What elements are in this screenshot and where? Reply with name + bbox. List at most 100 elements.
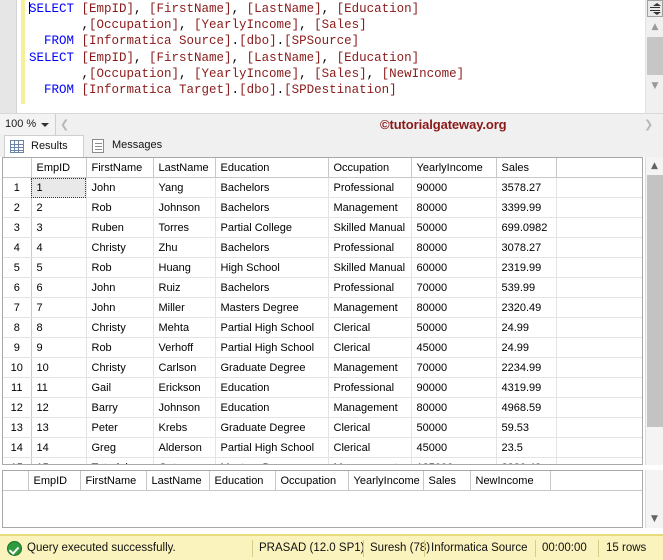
table-cell[interactable]: Management xyxy=(328,298,411,318)
sql-code-text[interactable]: SELECT [EmpID], [FirstName], [LastName],… xyxy=(29,1,629,98)
column-header[interactable]: Education xyxy=(215,158,328,178)
table-cell[interactable]: 24.99 xyxy=(496,318,556,338)
table-row[interactable]: 33RubenTorresPartial CollegeSkilled Manu… xyxy=(3,218,642,238)
table-cell[interactable]: Masters Degree xyxy=(215,458,328,466)
table-cell[interactable]: John xyxy=(86,178,153,198)
table-cell[interactable]: 70000 xyxy=(411,278,496,298)
table-cell[interactable]: 80000 xyxy=(411,398,496,418)
table-cell[interactable]: Management xyxy=(328,358,411,378)
column-header[interactable]: LastName xyxy=(153,158,215,178)
table-cell[interactable]: 3578.27 xyxy=(496,178,556,198)
column-header[interactable]: YearlyIncome xyxy=(348,471,423,491)
table-cell[interactable]: 50000 xyxy=(411,218,496,238)
column-header[interactable]: Occupation xyxy=(275,471,348,491)
table-cell[interactable]: Bachelors xyxy=(215,278,328,298)
table-row[interactable]: 1111GailEricksonEducationProfessional900… xyxy=(3,378,642,398)
table-cell[interactable]: 2234.99 xyxy=(496,358,556,378)
table-cell[interactable]: 7 xyxy=(31,298,86,318)
scroll-down-arrow-icon[interactable]: ▼ xyxy=(647,78,663,94)
table-cell[interactable]: Professional xyxy=(328,238,411,258)
table-cell[interactable]: 45000 xyxy=(411,438,496,458)
column-header[interactable]: NewIncome xyxy=(470,471,550,491)
table-cell[interactable]: Education xyxy=(215,378,328,398)
table-cell[interactable]: Management xyxy=(328,198,411,218)
row-number-cell[interactable]: 12 xyxy=(3,398,31,418)
table-cell[interactable]: 5 xyxy=(31,258,86,278)
row-number-cell[interactable]: 7 xyxy=(3,298,31,318)
table-cell[interactable]: Verhoff xyxy=(153,338,215,358)
table-cell[interactable]: 45000 xyxy=(411,338,496,358)
table-row[interactable]: 1010ChristyCarlsonGraduate DegreeManagem… xyxy=(3,358,642,378)
column-header[interactable]: EmpID xyxy=(28,471,80,491)
table-cell[interactable]: 15 xyxy=(31,458,86,466)
row-number-cell[interactable]: 4 xyxy=(3,238,31,258)
grid1-scroll-up-arrow-icon[interactable]: ▲ xyxy=(646,158,663,174)
table-cell[interactable]: Rob xyxy=(86,258,153,278)
table-cell[interactable]: 13 xyxy=(31,418,86,438)
table-cell[interactable]: John xyxy=(86,278,153,298)
column-header[interactable]: Sales xyxy=(423,471,470,491)
table-cell[interactable]: Mehta xyxy=(153,318,215,338)
table-cell[interactable]: Graduate Degree xyxy=(215,418,328,438)
table-cell[interactable]: 50000 xyxy=(411,318,496,338)
row-number-cell[interactable]: 11 xyxy=(3,378,31,398)
table-cell[interactable]: Masters Degree xyxy=(215,298,328,318)
column-header[interactable]: Education xyxy=(209,471,275,491)
scroll-up-arrow-icon[interactable]: ▲ xyxy=(647,19,663,35)
table-cell[interactable]: Management xyxy=(328,398,411,418)
tab-messages[interactable]: Messages xyxy=(86,135,178,157)
table-cell[interactable]: 3078.27 xyxy=(496,238,556,258)
table-row[interactable]: 44ChristyZhuBachelorsProfessional8000030… xyxy=(3,238,642,258)
column-header[interactable]: FirstName xyxy=(80,471,146,491)
table-row[interactable]: 1212BarryJohnsonEducationManagement80000… xyxy=(3,398,642,418)
table-cell[interactable]: 24.99 xyxy=(496,338,556,358)
column-header[interactable]: Occupation xyxy=(328,158,411,178)
zoom-level-dropdown[interactable]: 100 % xyxy=(0,114,56,135)
table-cell[interactable]: High School xyxy=(215,258,328,278)
table-cell[interactable]: Clerical xyxy=(328,438,411,458)
table-cell[interactable]: 699.0982 xyxy=(496,218,556,238)
table-cell[interactable]: 3 xyxy=(31,218,86,238)
table-cell[interactable]: Barry xyxy=(86,398,153,418)
table-cell[interactable]: Professional xyxy=(328,178,411,198)
table-cell[interactable]: Krebs xyxy=(153,418,215,438)
table-cell[interactable]: 12 xyxy=(31,398,86,418)
row-header-corner[interactable] xyxy=(3,158,31,178)
table-cell[interactable]: 2 xyxy=(31,198,86,218)
hscroll-right-arrow-icon[interactable]: ❯ xyxy=(644,118,653,131)
table-cell[interactable]: Ruiz xyxy=(153,278,215,298)
grid1-scroll-thumb[interactable] xyxy=(647,175,663,427)
table-cell[interactable]: 80000 xyxy=(411,238,496,258)
table-cell[interactable]: 90000 xyxy=(411,178,496,198)
table-cell[interactable]: 50000 xyxy=(411,418,496,438)
table-cell[interactable]: Johnson xyxy=(153,198,215,218)
row-number-cell[interactable]: 6 xyxy=(3,278,31,298)
table-cell[interactable]: 9 xyxy=(31,338,86,358)
table-cell[interactable]: Carlson xyxy=(153,358,215,378)
table-cell[interactable]: Greg xyxy=(86,438,153,458)
table-cell[interactable]: Bachelors xyxy=(215,178,328,198)
table-cell[interactable]: Rob xyxy=(86,338,153,358)
table-row[interactable]: 88ChristyMehtaPartial High SchoolClerica… xyxy=(3,318,642,338)
table-row[interactable]: 1515TutorialGatewayMasters DegreeManagem… xyxy=(3,458,642,466)
results-grid-target[interactable]: EmpIDFirstNameLastNameEducationOccupatio… xyxy=(2,470,643,528)
table-cell[interactable]: Tutorial xyxy=(86,458,153,466)
table-cell[interactable]: 80000 xyxy=(411,298,496,318)
table-cell[interactable]: 11 xyxy=(31,378,86,398)
table-cell[interactable]: Management xyxy=(328,458,411,466)
table-cell[interactable]: Christy xyxy=(86,358,153,378)
table-cell[interactable]: Alderson xyxy=(153,438,215,458)
table-cell[interactable]: 4319.99 xyxy=(496,378,556,398)
table-cell[interactable]: Skilled Manual xyxy=(328,258,411,278)
column-header[interactable]: Sales xyxy=(496,158,556,178)
table-cell[interactable]: John xyxy=(86,298,153,318)
row-number-cell[interactable]: 5 xyxy=(3,258,31,278)
grid1-vertical-scrollbar[interactable]: ▲ xyxy=(645,157,663,465)
table-cell[interactable]: Partial College xyxy=(215,218,328,238)
table-cell[interactable]: Huang xyxy=(153,258,215,278)
table-cell[interactable]: Professional xyxy=(328,378,411,398)
editor-scroll-thumb[interactable] xyxy=(647,37,663,75)
column-header[interactable]: LastName xyxy=(146,471,209,491)
table-cell[interactable]: 2319.99 xyxy=(496,258,556,278)
table-cell[interactable]: Miller xyxy=(153,298,215,318)
